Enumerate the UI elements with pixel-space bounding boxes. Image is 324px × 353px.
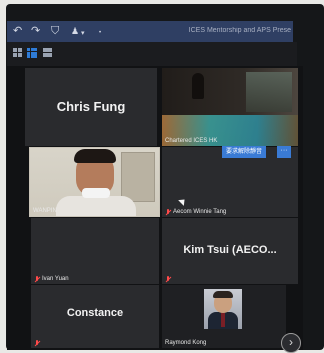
participant-label: [165, 276, 171, 282]
participant-label: Chartered ICES HK: [165, 138, 218, 144]
video-person-mask: [82, 188, 110, 198]
shield-icon[interactable]: ⛉: [51, 25, 59, 38]
more-options-button[interactable]: ···: [277, 146, 291, 158]
window-titlebar: ↶ ↷ ⛉ ♟ ▾ • ICES Mentorship and APS Pres…: [7, 21, 293, 42]
participant-label: WANPIN: [33, 208, 57, 214]
participant-name: Constance: [66, 307, 124, 319]
participant-label: Raymond Kong: [165, 340, 207, 346]
mic-muted-icon: [165, 276, 171, 282]
video-shelf: [121, 152, 155, 202]
participant-tile-wanpin[interactable]: WANPIN: [29, 147, 160, 217]
participant-name: Kim Tsui (AECO...: [183, 244, 277, 256]
participant-label: [34, 340, 40, 346]
mic-muted-icon: [165, 209, 171, 215]
video-person-hair: [74, 149, 116, 163]
participant-name: Chris Fung: [56, 99, 126, 114]
participant-tile-chris-fung[interactable]: Chris Fung: [25, 68, 157, 146]
participant-tile-constance[interactable]: Constance: [31, 285, 159, 348]
participant-tile-chartered-ices[interactable]: Chartered ICES HK: [162, 68, 298, 146]
video-window: [246, 72, 292, 112]
view-toolbar: [7, 42, 297, 66]
more-icon[interactable]: •: [99, 27, 101, 40]
dropdown-icon[interactable]: ▾: [81, 27, 85, 40]
undo-icon[interactable]: ↶: [13, 25, 22, 38]
user-icon[interactable]: ♟: [71, 25, 79, 38]
participant-label: Ivan Yuan: [34, 276, 69, 282]
gallery-view-icon[interactable]: [27, 48, 37, 58]
next-page-button[interactable]: ›: [281, 333, 301, 353]
ask-to-unmute-button[interactable]: 要求解除靜音: [222, 146, 267, 158]
video-gallery: Chris Fung Chartered ICES HK WANPIN Aeco…: [7, 66, 303, 350]
participant-label: Aecom Winnie Tang: [165, 209, 226, 215]
participant-tile-ivan-yuan[interactable]: Ivan Yuan: [31, 218, 159, 284]
video-person-shirt: [56, 196, 136, 216]
profile-photo-hair: [213, 291, 233, 298]
participant-tile-raymond-kong[interactable]: Raymond Kong: [162, 285, 286, 348]
meeting-title: ICES Mentorship and APS Prese: [188, 27, 291, 34]
redo-icon[interactable]: ↷: [31, 25, 40, 38]
mic-muted-icon: [34, 340, 40, 346]
profile-photo-tie: [221, 313, 225, 327]
participant-tile-kim-tsui[interactable]: Kim Tsui (AECO...: [162, 218, 298, 284]
layout-list-icon[interactable]: [43, 48, 52, 57]
layout-grid-icon[interactable]: [13, 48, 22, 57]
video-person: [192, 73, 204, 99]
mic-muted-icon: [34, 276, 40, 282]
